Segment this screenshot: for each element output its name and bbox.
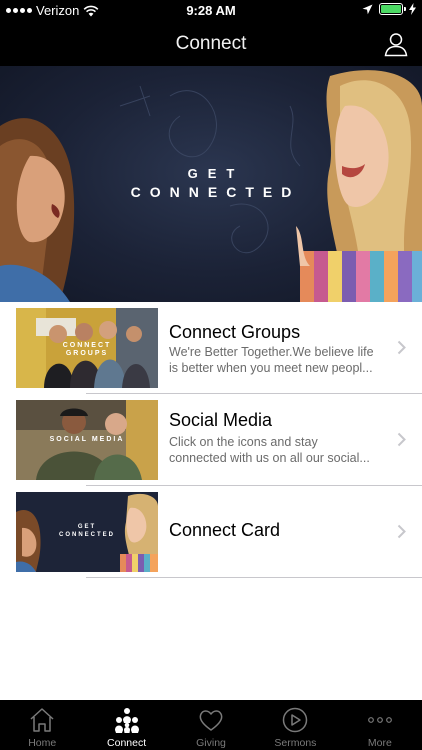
status-bar: Verizon 9:28 AM bbox=[0, 0, 422, 22]
tab-bar: Home Connect Giving Sermons More bbox=[0, 700, 422, 750]
hero-title-line-2: CONNECTED bbox=[130, 184, 301, 200]
list-item-connect-card[interactable]: GET CONNECTED Connect Card bbox=[0, 486, 422, 578]
profile-icon[interactable] bbox=[382, 30, 410, 58]
tab-label: More bbox=[367, 737, 392, 749]
tab-label: Sermons bbox=[274, 737, 317, 749]
people-icon bbox=[114, 708, 139, 733]
thumbnail-text-line-1: GET bbox=[77, 524, 97, 530]
page-title: Connect bbox=[175, 33, 247, 54]
list-item-connect-groups[interactable]: CONNECT GROUPS Connect Groups We're Bett… bbox=[0, 302, 422, 394]
list-item-subtitle: We're Better Together.We believe life is… bbox=[169, 344, 387, 376]
status-time: 9:28 AM bbox=[186, 3, 236, 18]
navigation-bar: Connect bbox=[0, 22, 422, 66]
thumbnail-text-line-1: CONNECT bbox=[62, 342, 112, 349]
tab-label: Giving bbox=[196, 737, 226, 749]
list-item-title: Connect Card bbox=[169, 520, 281, 540]
chevron-right-icon bbox=[397, 524, 406, 539]
hero-title-line-1: GET bbox=[187, 166, 245, 181]
list-item-title: Social Media bbox=[169, 410, 273, 430]
list-item-subtitle-line-1: We're Better Together.We believe life bbox=[169, 345, 374, 359]
location-arrow-icon bbox=[362, 4, 373, 14]
battery-icon bbox=[379, 3, 406, 15]
tab-connect[interactable]: Connect bbox=[84, 700, 168, 750]
more-icon bbox=[367, 717, 392, 723]
connect-groups-thumbnail: CONNECT GROUPS bbox=[16, 308, 158, 388]
list-item-subtitle-line-1: Click on the icons and stay bbox=[169, 435, 318, 449]
tab-label: Connect bbox=[107, 737, 147, 749]
list-item-subtitle: Click on the icons and stay connected wi… bbox=[169, 434, 387, 466]
thumbnail-text-line-2: CONNECTED bbox=[58, 532, 115, 538]
list-item-subtitle-line-2: connected with us on all our social... bbox=[169, 451, 370, 465]
status-right bbox=[362, 3, 416, 15]
hero-banner[interactable]: GET CONNECTED bbox=[0, 66, 422, 302]
home-icon bbox=[30, 708, 54, 732]
heart-icon bbox=[199, 710, 223, 731]
tab-sermons[interactable]: Sermons bbox=[253, 700, 337, 750]
chevron-right-icon bbox=[397, 432, 406, 447]
tab-home[interactable]: Home bbox=[0, 700, 84, 750]
list-item-subtitle-line-2: is better when you meet new peopl... bbox=[169, 361, 373, 375]
thumbnail-text-line-2: GROUPS bbox=[65, 350, 109, 357]
charging-bolt-icon bbox=[409, 3, 416, 15]
connect-card-thumbnail: GET CONNECTED bbox=[16, 492, 158, 572]
social-media-thumbnail: SOCIAL MEDIA bbox=[16, 400, 158, 480]
list-item-title: Connect Groups bbox=[169, 322, 301, 342]
thumbnail-text-line-1: SOCIAL MEDIA bbox=[49, 436, 125, 443]
tab-label: Home bbox=[28, 737, 57, 749]
tab-giving[interactable]: Giving bbox=[169, 700, 253, 750]
play-icon bbox=[283, 707, 308, 733]
chevron-right-icon bbox=[397, 340, 406, 355]
tab-more[interactable]: More bbox=[338, 700, 422, 750]
connect-list: CONNECT GROUPS Connect Groups We're Bett… bbox=[0, 302, 422, 578]
row-divider bbox=[86, 577, 422, 578]
list-item-social-media[interactable]: SOCIAL MEDIA Social Media Click on the i… bbox=[0, 394, 422, 486]
